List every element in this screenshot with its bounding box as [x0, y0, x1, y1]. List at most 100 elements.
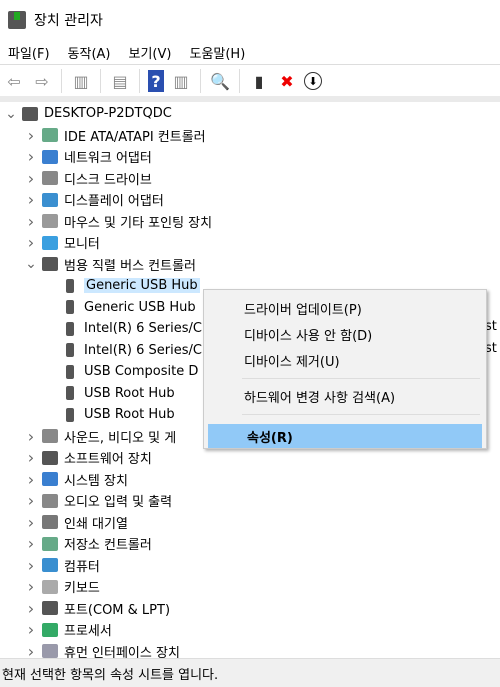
tree-item[interactable]: › 디스크 드라이브 [24, 168, 152, 189]
device-icon [42, 192, 58, 207]
chevron-right-icon[interactable]: › [24, 577, 38, 596]
tree-item[interactable]: › 컴퓨터 [24, 555, 100, 576]
tree-item[interactable]: USB Root Hub [44, 383, 175, 404]
tree-item[interactable]: › 휴먼 인터페이스 장치 [24, 641, 180, 659]
menu-help[interactable]: 도움말(H) [189, 43, 245, 62]
chevron-right-icon[interactable]: › [24, 212, 38, 231]
chevron-right-icon[interactable]: › [24, 126, 38, 145]
tree-item-label: DESKTOP-P2DTQDC [44, 106, 172, 121]
device-icon [42, 579, 58, 594]
tree-item[interactable]: › 사운드, 비디오 및 게 [24, 426, 176, 447]
tree-item-label: 소프트웨어 장치 [64, 452, 152, 467]
device-icon [66, 407, 74, 422]
device-icon [42, 149, 58, 164]
device-icon [42, 622, 58, 637]
tree-item[interactable]: › IDE ATA/ATAPI 컨트롤러 [24, 125, 206, 146]
chevron-right-icon[interactable]: › [24, 491, 38, 510]
device-icon [42, 171, 58, 185]
tree-item[interactable]: › 소프트웨어 장치 [24, 447, 152, 468]
toolbar-separator [61, 69, 62, 93]
tree-item-label: 네트워크 어댑터 [64, 151, 152, 166]
tree-item[interactable]: Intel(R) 6 Series/C [44, 318, 202, 339]
context-menu-item[interactable]: 디바이스 사용 안 함(D) [205, 322, 481, 346]
tree-item[interactable]: › 키보드 [24, 576, 100, 597]
chevron-right-icon[interactable]: › [24, 642, 38, 659]
tree-item-label: 저장소 컨트롤러 [64, 538, 152, 553]
toolbar-separator [100, 69, 101, 93]
chevron-right-icon[interactable]: › [24, 513, 38, 532]
tree-item-label: 디스플레이 어댑터 [64, 194, 164, 209]
menu-file[interactable]: 파일(F) [8, 43, 50, 62]
chevron-right-icon[interactable]: › [24, 556, 38, 575]
tree-item-label: 오디오 입력 및 출력 [64, 495, 173, 510]
tree-item-label: Generic USB Hub [84, 278, 200, 293]
device-manager-icon [8, 11, 26, 29]
context-menu-item[interactable]: 드라이버 업데이트(P) [205, 296, 481, 320]
tree-item[interactable]: USB Composite D [44, 361, 198, 382]
properties-icon[interactable]: ▤ [109, 70, 131, 92]
chevron-right-icon[interactable]: › [24, 534, 38, 553]
tree-item[interactable]: › 인쇄 대기열 [24, 512, 128, 533]
chevron-right-icon[interactable]: › [24, 599, 38, 618]
show-hide-console-tree-icon[interactable]: ▥ [70, 70, 92, 92]
tree-item[interactable]: USB Root Hub [44, 404, 175, 425]
tree-item[interactable]: Generic USB Hub [44, 275, 200, 296]
window-title: 장치 관리자 [34, 13, 103, 29]
tree-item-label: USB Composite D [84, 364, 199, 379]
chevron-right-icon[interactable]: › [24, 448, 38, 467]
toolbar-separator [239, 69, 240, 93]
device-icon [42, 558, 58, 572]
chevron-right-icon[interactable]: › [24, 190, 38, 209]
chevron-down-icon[interactable]: ⌄ [4, 106, 18, 122]
chevron-right-icon[interactable]: › [24, 470, 38, 489]
back-arrow-icon[interactable]: ⇦ [3, 70, 25, 92]
uninstall-x-icon[interactable]: ✖ [276, 70, 298, 92]
tree-item[interactable]: ⌄ 범용 직렬 버스 컨트롤러 [24, 254, 196, 275]
context-menu-item[interactable]: 디바이스 제거(U) [205, 348, 481, 372]
tree-item[interactable]: › 마우스 및 기타 포인팅 장치 [24, 211, 212, 232]
tree-item-label: USB Root Hub [84, 407, 175, 422]
tree-item-label: 인쇄 대기열 [64, 516, 128, 532]
device-icon [42, 257, 58, 271]
scan-hardware-icon[interactable]: 🔍 [209, 70, 231, 92]
forward-arrow-icon[interactable]: ⇨ [31, 70, 53, 92]
show-action-pane-icon[interactable]: ▥ [170, 70, 192, 92]
menu-action[interactable]: 동작(A) [68, 43, 111, 62]
toolbar-separator [139, 69, 140, 93]
chevron-right-icon[interactable]: › [24, 427, 38, 446]
tree-item[interactable]: › 시스템 장치 [24, 469, 128, 490]
tree-item[interactable]: › 네트워크 어댑터 [24, 146, 152, 167]
status-text: 현재 선택한 항목의 속성 시트를 엽니다. [2, 667, 219, 683]
tree-item-label: 시스템 장치 [64, 473, 128, 489]
toolbar: ⇦ ⇨ ▥ ▤? ▥ 🔍 ▮ ✖ ⬇ [0, 64, 500, 97]
help-icon[interactable]: ? [148, 70, 164, 92]
chevron-right-icon[interactable]: › [24, 169, 38, 188]
menu-separator [242, 414, 480, 415]
tree-item[interactable]: › 포트(COM & LPT) [24, 598, 170, 619]
device-icon [42, 429, 58, 443]
menu-separator [242, 378, 480, 379]
device-icon [42, 644, 58, 658]
tree-item[interactable]: › 디스플레이 어댑터 [24, 189, 164, 210]
disable-device-icon[interactable]: ⬇ [304, 72, 322, 90]
context-menu-item[interactable]: 속성(R) [208, 424, 482, 448]
tree-item[interactable]: Intel(R) 6 Series/C [44, 340, 202, 361]
tree-item[interactable]: ⌄ DESKTOP-P2DTQDC [4, 103, 172, 124]
tree-item[interactable]: Generic USB Hub [44, 297, 196, 318]
tree-item[interactable]: › 오디오 입력 및 출력 [24, 490, 172, 511]
chevron-right-icon[interactable]: › [24, 147, 38, 166]
chevron-right-icon[interactable]: › [24, 233, 38, 252]
chevron-down-icon[interactable]: ⌄ [24, 256, 38, 272]
update-driver-icon[interactable]: ▮ [248, 70, 270, 92]
device-icon [42, 472, 58, 486]
menu-view[interactable]: 보기(V) [129, 43, 172, 62]
tree-item-label: 디스크 드라이브 [64, 172, 152, 188]
chevron-right-icon[interactable]: › [24, 620, 38, 639]
tree-item[interactable]: › 프로세서 [24, 619, 112, 640]
tree-item[interactable]: › 저장소 컨트롤러 [24, 533, 152, 554]
tree-item-label: IDE ATA/ATAPI 컨트롤러 [64, 129, 206, 145]
tree-item[interactable]: › 모니터 [24, 232, 100, 253]
device-icon [42, 450, 58, 465]
context-menu-item[interactable]: 하드웨어 변경 사항 검색(A) [205, 384, 481, 408]
device-icon [42, 128, 58, 142]
